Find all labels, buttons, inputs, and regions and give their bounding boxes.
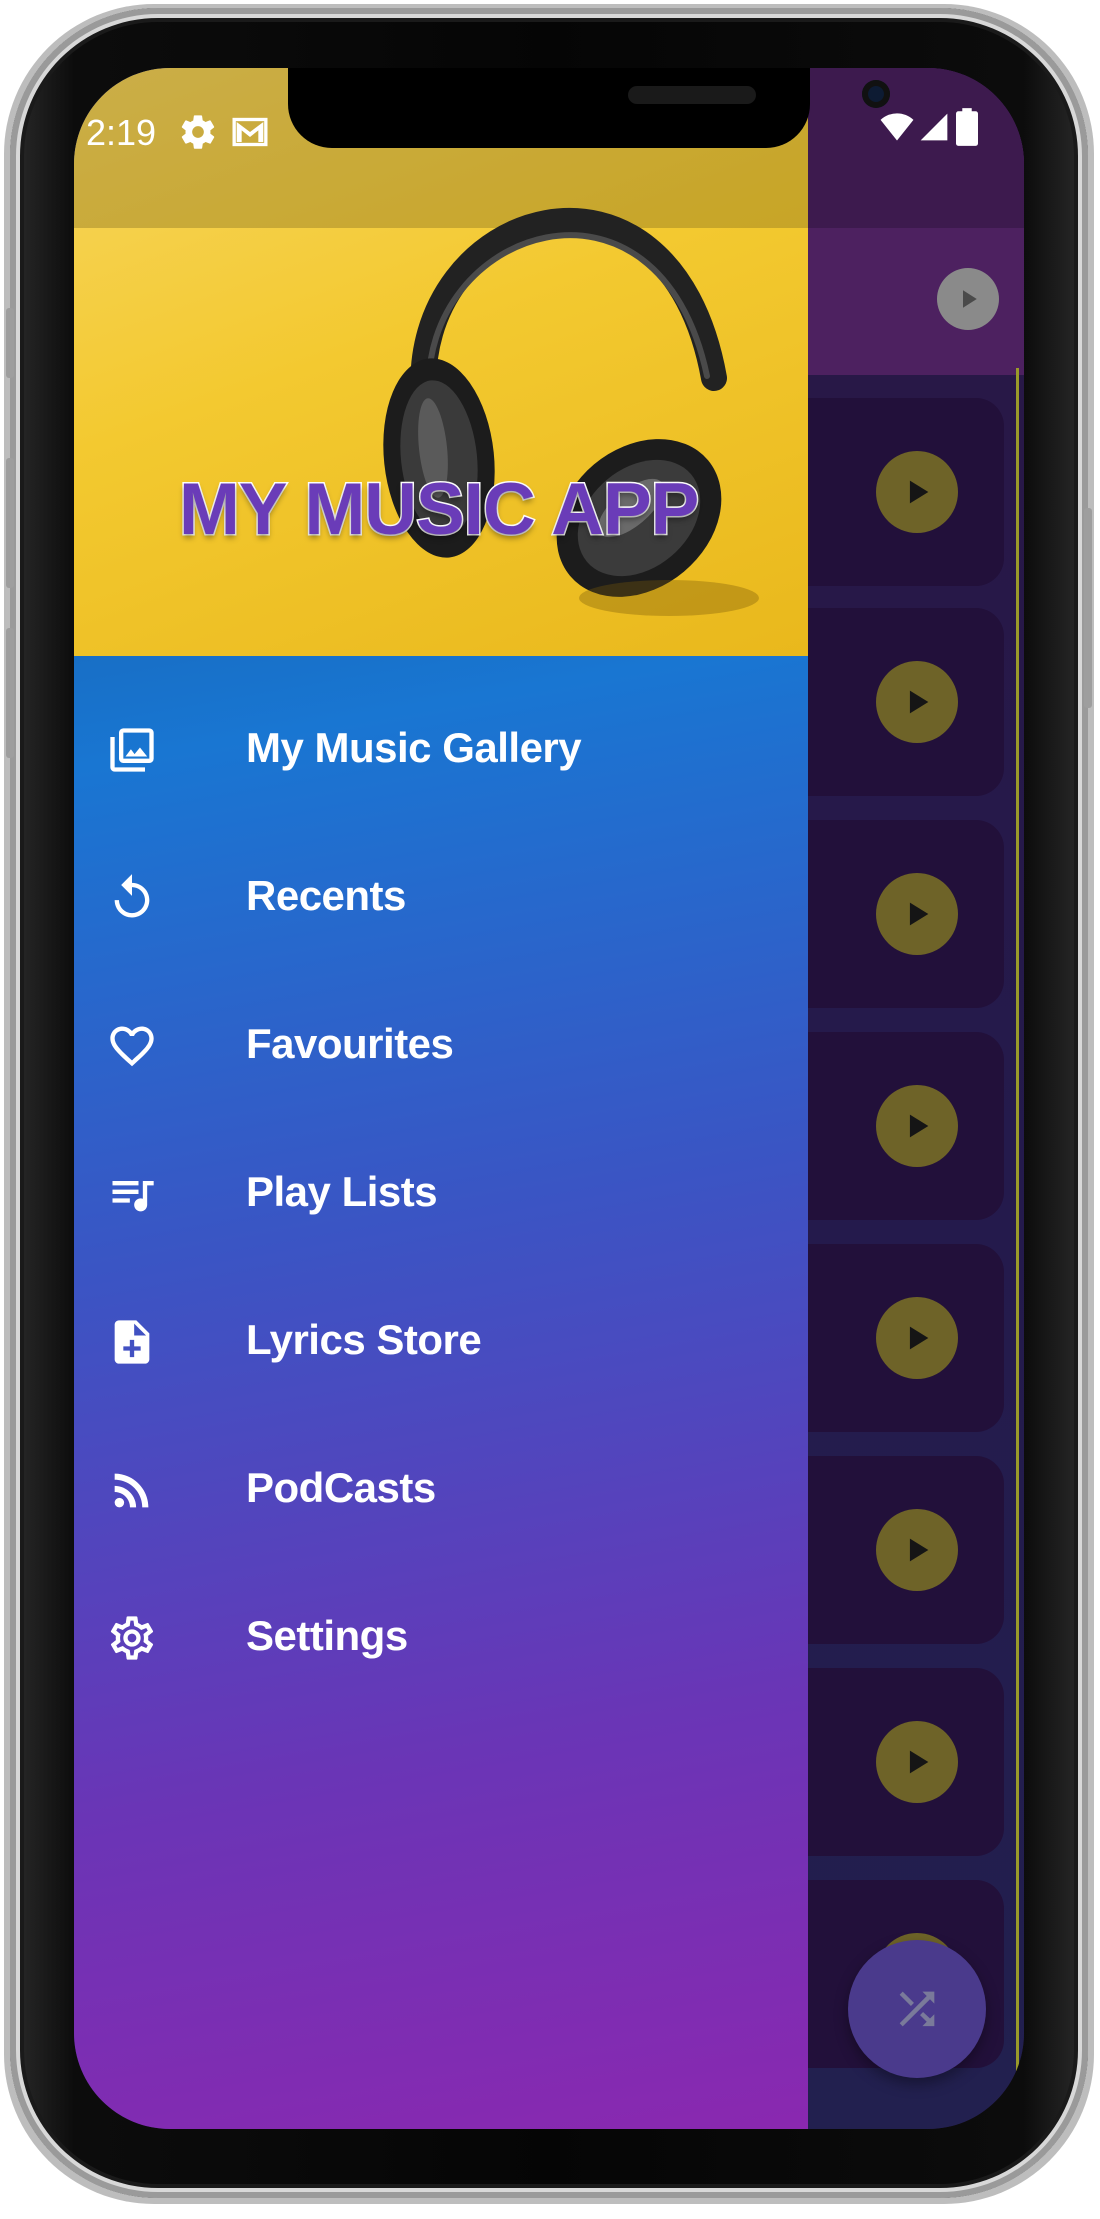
app-title: MY MUSIC APP [177,468,700,552]
gear-icon [110,1616,154,1660]
screen-edge-highlight [1016,368,1019,2128]
wifi-icon [880,113,914,141]
song-play-button[interactable] [876,451,958,533]
menu-item-podcasts[interactable]: PodCasts [74,1430,808,1550]
spacer [74,68,75,69]
menu-item-label: PodCasts [246,1464,436,1511]
menu-item-settings[interactable]: Settings [74,1578,808,1698]
play-icon [909,1326,929,1350]
menu-item-label: Recents [246,872,406,919]
history-icon [114,874,150,918]
play-icon [909,1114,929,1138]
mini-player-play-button[interactable] [937,268,999,330]
status-time: 2:19 [86,112,157,153]
menu-item-label: Play Lists [246,1168,438,1215]
shuffle-button[interactable] [848,1940,986,2078]
song-play-button[interactable] [876,873,958,955]
gallery-icon [110,728,154,772]
volume-down-button [6,458,14,588]
play-icon [909,690,929,714]
playlist-icon [112,1181,154,1212]
shuffle-icon [899,1991,935,2027]
menu-item-recents[interactable]: Recents [74,838,808,958]
menu-item-favourites[interactable]: Favourites [74,986,808,1106]
volume-up-button [6,308,14,378]
notch [288,68,890,148]
song-play-button[interactable] [876,661,958,743]
menu-item-lyrics-store[interactable]: Lyrics Store [74,1282,808,1402]
menu-item-play-lists[interactable]: Play Lists [74,1134,808,1254]
song-play-button[interactable] [876,1297,958,1379]
play-icon [909,902,929,926]
navigation-drawer: MY MUSIC APP 2:19 My Music Gallery Recen… [74,68,890,2129]
cellular-signal-icon [920,113,948,141]
menu-item-label: Settings [246,1612,408,1659]
menu-item-my-music-gallery[interactable]: My Music Gallery [74,690,808,810]
heart-icon [110,1026,154,1067]
song-play-button[interactable] [876,1085,958,1167]
play-icon [963,290,977,308]
song-play-button[interactable] [876,1721,958,1803]
phone-screen: MY MUSIC APP 2:19 My Music Gallery Recen… [74,68,1024,2129]
file-add-icon [114,1320,150,1364]
drawer-header: MY MUSIC APP [74,68,808,656]
gmail-icon [232,117,268,147]
earpiece-speaker [628,86,756,104]
settings-gear-icon [181,115,215,149]
song-play-button[interactable] [876,1509,958,1591]
front-camera [862,80,890,108]
play-icon [909,1538,929,1562]
menu-item-label: Lyrics Store [246,1316,482,1363]
play-icon [909,480,929,504]
mute-switch [6,628,14,758]
power-button [1084,508,1092,708]
headphones-image [383,207,759,616]
play-icon [909,1750,929,1774]
battery-icon [956,108,978,146]
menu-item-label: Favourites [246,1020,454,1067]
menu-item-label: My Music Gallery [246,724,582,771]
rss-icon [114,1473,149,1508]
